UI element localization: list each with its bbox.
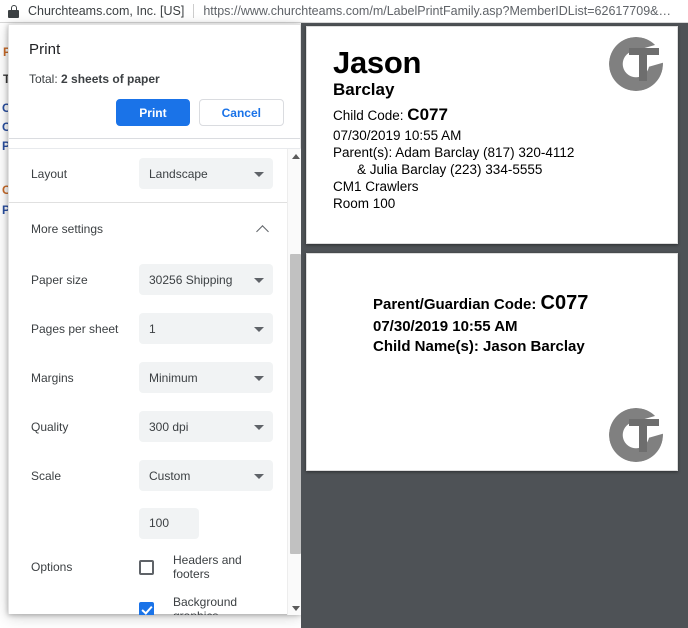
chevron-down-icon (254, 277, 264, 283)
print-dialog-header: Print Total: 2 sheets of paper (9, 25, 300, 86)
chevron-down-icon (254, 473, 264, 479)
setting-row-pages-per-sheet: Pages per sheet 1 (9, 304, 287, 353)
settings-scrollbar[interactable] (287, 149, 302, 615)
margins-select[interactable]: Minimum (139, 362, 273, 393)
quality-value: 300 dpi (149, 419, 189, 434)
total-prefix: Total: (29, 72, 62, 86)
chevron-down-icon (254, 424, 264, 430)
churchteams-logo-icon (609, 408, 665, 462)
parents-line-2: & Julia Barclay (223) 334-5555 (357, 162, 543, 178)
url-divider (193, 4, 195, 18)
print-settings-panel: Layout Landscape More settings Paper siz… (9, 148, 302, 615)
scale-select[interactable]: Custom (139, 460, 273, 491)
paper-size-label: Paper size (31, 272, 88, 287)
layout-value: Landscape (149, 166, 208, 181)
layout-label: Layout (31, 166, 68, 181)
child-code-value: C077 (407, 105, 448, 125)
options-label: Options (31, 560, 73, 574)
child-code-line: Child Code: C077 (333, 104, 677, 125)
total-value: 2 sheets of paper (61, 72, 160, 86)
total-sheets-text: Total: 2 sheets of paper (29, 72, 280, 86)
site-identity: Churchteams.com, Inc. [US] (28, 4, 185, 18)
setting-row-margins: Margins Minimum (9, 353, 287, 402)
setting-row-layout: Layout Landscape (9, 149, 287, 198)
scale-value: Custom (149, 468, 191, 483)
print-dialog-actions: Print Cancel (9, 86, 300, 139)
background-graphics-checkbox[interactable] (139, 601, 154, 615)
preview-page-parent-label: Parent/Guardian Code: C077 07/30/2019 10… (306, 253, 678, 471)
setting-row-quality: Quality 300 dpi (9, 402, 287, 451)
more-settings-label: More settings (31, 222, 104, 236)
paper-size-value: 30256 Shipping (149, 272, 233, 287)
setting-row-paper-size: Paper size 30256 Shipping (9, 255, 287, 304)
churchteams-logo-icon (609, 37, 665, 91)
child-timestamp: 07/30/2019 10:55 AM (333, 128, 462, 144)
scale-label: Scale (31, 468, 62, 483)
child-class: CM1 Crawlers (333, 179, 419, 195)
parents-line-1: Parent(s): Adam Barclay (817) 320-4112 (333, 145, 575, 161)
pages-per-sheet-value: 1 (149, 321, 156, 336)
guardian-code-line: Parent/Guardian Code: C077 (373, 290, 677, 317)
print-preview-pane: Jason Barclay Child Code: C077 07/30/201… (301, 23, 688, 628)
margins-label: Margins (31, 370, 74, 385)
pages-per-sheet-label: Pages per sheet (31, 321, 119, 336)
more-settings-toggle[interactable]: More settings (9, 203, 287, 255)
chevron-down-icon (254, 375, 264, 381)
browser-url-bar[interactable]: Churchteams.com, Inc. [US] https://www.c… (0, 0, 688, 23)
margins-value: Minimum (149, 370, 198, 385)
guardian-timestamp: 07/30/2019 10:55 AM (373, 318, 518, 335)
background-graphics-label: Background graphics (173, 595, 238, 615)
print-button[interactable]: Print (116, 99, 190, 126)
page-title: Print (29, 41, 61, 58)
setting-row-options-background: Background graphics (9, 588, 287, 615)
print-settings-list: Layout Landscape More settings Paper siz… (9, 149, 287, 615)
setting-row-scale: Scale Custom (9, 451, 287, 500)
headers-and-footers-checkbox[interactable] (139, 559, 154, 575)
setting-row-scale-custom (9, 500, 287, 546)
quality-label: Quality (31, 419, 69, 434)
print-dialog: Print Total: 2 sheets of paper Print Can… (8, 24, 302, 615)
cancel-button[interactable]: Cancel (198, 99, 284, 126)
child-code-label: Child Code: (333, 108, 408, 124)
pages-per-sheet-select[interactable]: 1 (139, 313, 273, 344)
chevron-down-icon (254, 326, 264, 332)
chevron-up-icon (256, 224, 269, 238)
paper-size-select[interactable]: 30256 Shipping (139, 264, 273, 295)
setting-row-options-headers: Options Headers and footers (9, 546, 287, 588)
guardian-child-names: Child Name(s): Jason Barclay (373, 338, 585, 356)
guardian-code-label: Parent/Guardian Code: (373, 296, 541, 313)
chevron-down-icon (254, 171, 264, 177)
headers-and-footers-label: Headers and footers (173, 553, 242, 581)
quality-select[interactable]: 300 dpi (139, 411, 273, 442)
guardian-code-value: C077 (540, 292, 589, 314)
url-text[interactable]: https://www.churchteams.com/m/LabelPrint… (203, 4, 671, 18)
layout-select[interactable]: Landscape (139, 158, 273, 189)
scrollbar-thumb[interactable] (290, 254, 301, 554)
preview-page-child-label: Jason Barclay Child Code: C077 07/30/201… (306, 26, 678, 244)
scale-custom-input[interactable] (139, 507, 199, 539)
child-room: Room 100 (333, 195, 396, 211)
lock-icon (8, 4, 19, 18)
